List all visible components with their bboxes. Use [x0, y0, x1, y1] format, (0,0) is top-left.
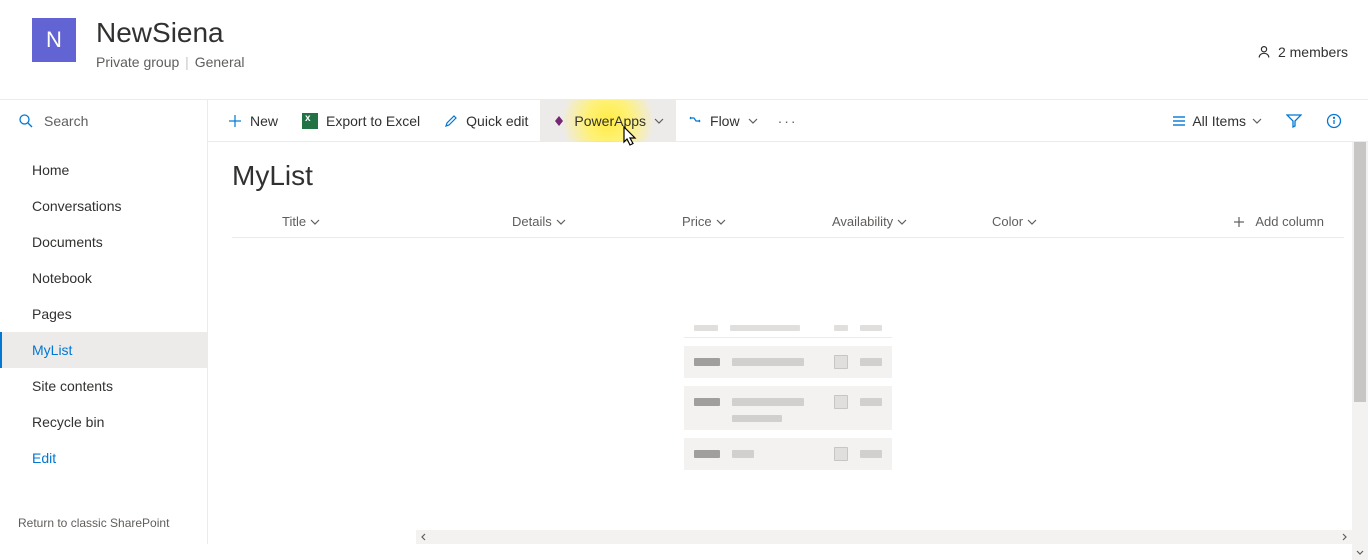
nav-item-mylist[interactable]: MyList	[0, 332, 207, 368]
chevron-down-icon	[654, 116, 664, 126]
powerapps-label: PowerApps	[574, 113, 646, 129]
quickedit-button[interactable]: Quick edit	[432, 100, 540, 142]
list-icon	[1172, 114, 1186, 128]
column-headers: Title Details Price Availability Color	[232, 214, 1344, 238]
add-column-button[interactable]: Add column	[1142, 214, 1344, 229]
chevron-down-icon	[556, 217, 566, 227]
nav-item-recyclebin[interactable]: Recycle bin	[0, 404, 207, 440]
new-label: New	[250, 113, 278, 129]
empty-list-illustration	[232, 318, 1344, 470]
scroll-down-icon[interactable]	[1352, 544, 1368, 560]
column-header-title[interactable]: Title	[232, 214, 512, 229]
export-label: Export to Excel	[326, 113, 420, 129]
filter-button[interactable]	[1276, 100, 1312, 142]
column-header-label: Price	[682, 214, 712, 229]
site-meta: NewSiena Private group | General	[96, 16, 1256, 70]
column-header-label: Color	[992, 214, 1023, 229]
scrollbar-thumb[interactable]	[1354, 142, 1366, 402]
plus-icon	[1233, 216, 1245, 228]
nav-item-documents[interactable]: Documents	[0, 224, 207, 260]
return-classic-link[interactable]: Return to classic SharePoint	[0, 508, 207, 544]
left-nav: Search Home Conversations Documents Note…	[0, 100, 208, 544]
site-logo-letter: N	[46, 27, 62, 53]
command-bar: New Export to Excel Quick edit PowerApps…	[208, 100, 1368, 142]
flow-label: Flow	[710, 113, 740, 129]
overflow-button[interactable]: ···	[770, 100, 806, 142]
site-logo[interactable]: N	[32, 18, 76, 62]
chevron-down-icon	[716, 217, 726, 227]
site-header: N NewSiena Private group | General 2 mem…	[0, 0, 1368, 100]
export-button[interactable]: Export to Excel	[290, 100, 432, 142]
plus-icon	[228, 114, 242, 128]
list-area: MyList Title Details Price Availability	[208, 142, 1368, 544]
chevron-down-icon	[897, 217, 907, 227]
add-column-label: Add column	[1255, 214, 1324, 229]
pencil-icon	[444, 114, 458, 128]
chevron-down-icon	[310, 217, 320, 227]
scroll-left-icon[interactable]	[416, 530, 432, 544]
site-classification: General	[195, 54, 245, 70]
search-placeholder: Search	[44, 113, 88, 129]
search-icon	[18, 113, 34, 129]
separator: |	[185, 54, 193, 70]
column-header-label: Details	[512, 214, 552, 229]
nav-item-conversations[interactable]: Conversations	[0, 188, 207, 224]
column-header-details[interactable]: Details	[512, 214, 682, 229]
column-header-color[interactable]: Color	[992, 214, 1142, 229]
quickedit-label: Quick edit	[466, 113, 528, 129]
info-button[interactable]	[1316, 100, 1352, 142]
column-header-label: Title	[282, 214, 306, 229]
main-content: New Export to Excel Quick edit PowerApps…	[208, 100, 1368, 544]
nav-item-pages[interactable]: Pages	[0, 296, 207, 332]
members-link[interactable]: 2 members	[1256, 44, 1348, 60]
horizontal-scrollbar[interactable]	[416, 530, 1352, 544]
new-button[interactable]: New	[216, 100, 290, 142]
site-title[interactable]: NewSiena	[96, 16, 1256, 50]
search-box[interactable]: Search	[0, 100, 207, 142]
powerapps-button[interactable]: PowerApps	[540, 100, 676, 142]
flow-button[interactable]: Flow	[676, 100, 770, 142]
chevron-down-icon	[748, 116, 758, 126]
view-selector[interactable]: All Items	[1162, 100, 1272, 142]
site-privacy: Private group	[96, 54, 179, 70]
chevron-down-icon	[1252, 116, 1262, 126]
scroll-right-icon[interactable]	[1336, 530, 1352, 544]
site-subtitle: Private group | General	[96, 54, 1256, 70]
column-header-availability[interactable]: Availability	[832, 214, 992, 229]
people-icon	[1256, 44, 1272, 60]
column-header-label: Availability	[832, 214, 893, 229]
filter-icon	[1286, 113, 1302, 129]
excel-icon	[302, 113, 318, 129]
members-count: 2 members	[1278, 44, 1348, 60]
info-icon	[1326, 113, 1342, 129]
nav-item-edit[interactable]: Edit	[0, 440, 207, 476]
vertical-scrollbar[interactable]	[1352, 142, 1368, 560]
nav-item-home[interactable]: Home	[0, 152, 207, 188]
powerapps-icon	[552, 114, 566, 128]
nav-item-notebook[interactable]: Notebook	[0, 260, 207, 296]
more-icon: ···	[778, 113, 798, 129]
flow-icon	[688, 114, 702, 128]
chevron-down-icon	[1027, 217, 1037, 227]
nav-item-sitecontents[interactable]: Site contents	[0, 368, 207, 404]
column-header-price[interactable]: Price	[682, 214, 832, 229]
list-title: MyList	[232, 160, 1344, 192]
view-label: All Items	[1192, 113, 1246, 129]
nav-list: Home Conversations Documents Notebook Pa…	[0, 142, 207, 508]
